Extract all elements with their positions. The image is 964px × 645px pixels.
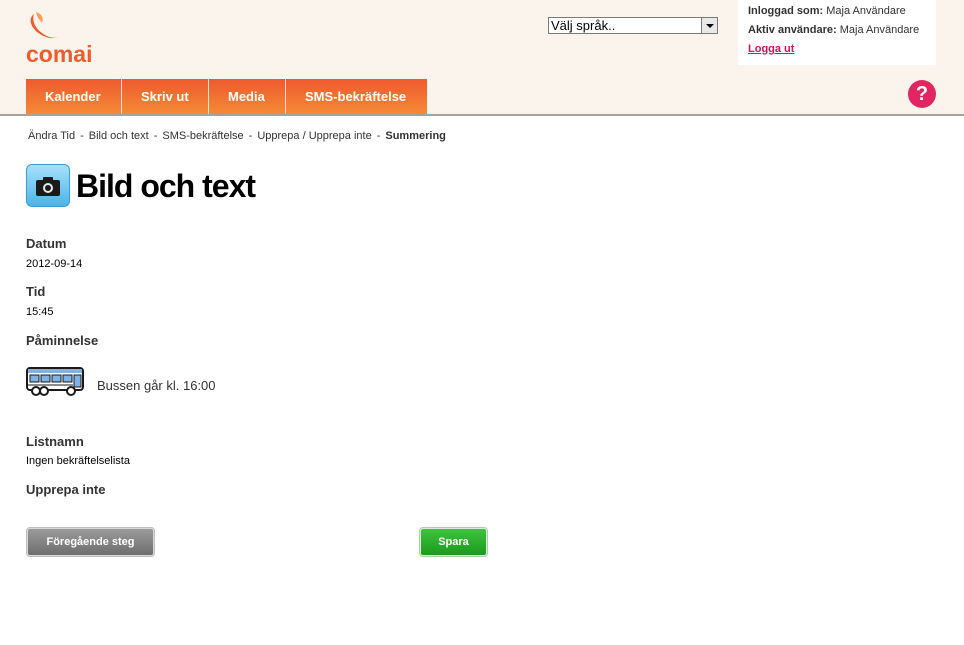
tab-media[interactable]: Media <box>209 79 286 114</box>
logged-in-name: Maja Användare <box>826 5 906 17</box>
reminder-text: Bussen går kl. 16:00 <box>97 378 216 393</box>
comai-logo[interactable]: comai <box>26 12 106 67</box>
breadcrumb-item-bild-och-text[interactable]: Bild och text <box>89 130 149 142</box>
logout-link[interactable]: Logga ut <box>748 43 794 55</box>
save-button[interactable]: Spara <box>420 528 487 556</box>
help-icon[interactable]: ? <box>908 80 936 108</box>
list-name-label: Listnamn <box>26 434 84 449</box>
breadcrumb-item-sms-bekraftelse[interactable]: SMS-bekräftelse <box>162 130 243 142</box>
date-label: Datum <box>26 236 67 251</box>
camera-icon <box>26 164 70 207</box>
breadcrumb-item-andra-tid[interactable]: Ändra Tid <box>28 130 75 142</box>
breadcrumb-separator: - <box>248 130 253 142</box>
language-select[interactable]: Välj språk.. <box>548 17 718 34</box>
reminder-label: Påminnelse <box>26 333 99 348</box>
date-value: 2012-09-14 <box>26 258 83 270</box>
active-user-label: Aktiv användare: <box>748 24 837 36</box>
language-select-value: Välj språk.. <box>551 18 616 33</box>
time-label: Tid <box>26 284 46 299</box>
breadcrumb-item-upprepa[interactable]: Upprepa / Upprepa inte <box>257 130 371 142</box>
breadcrumb-separator: - <box>153 130 158 142</box>
breadcrumb-item-summering: Summering <box>385 130 446 142</box>
user-info-box: Inloggad som: Maja Användare Aktiv använ… <box>738 0 936 65</box>
logo-mark-icon <box>30 12 60 39</box>
logged-in-row: Inloggad som: Maja Användare <box>748 5 926 24</box>
bus-icon <box>26 366 84 402</box>
logged-in-label: Inloggad som: <box>748 5 824 17</box>
previous-step-button[interactable]: Föregående steg <box>27 528 154 556</box>
tab-sms-bekraftelse[interactable]: SMS-bekräftelse <box>286 79 427 114</box>
breadcrumb-separator: - <box>80 130 84 142</box>
active-user-row: Aktiv användare: Maja Användare <box>748 24 926 43</box>
time-value: 15:45 <box>26 306 54 318</box>
dropdown-arrow-icon[interactable] <box>701 18 717 33</box>
list-name-value: Ingen bekräftelselista <box>26 455 130 467</box>
logo-text: comai <box>26 41 93 67</box>
repeat-label: Upprepa inte <box>26 482 106 497</box>
page-title: Bild och text <box>76 168 256 204</box>
breadcrumb-separator: - <box>376 130 381 142</box>
main-nav: Kalender Skriv ut Media SMS-bekräftelse <box>26 79 427 114</box>
header: comai Välj språk.. Inloggad som: Maja An… <box>0 0 964 116</box>
active-user-name: Maja Användare <box>839 24 920 36</box>
breadcrumb: Ändra Tid - Bild och text - SMS-bekräftelse -… <box>28 130 446 142</box>
tab-kalender[interactable]: Kalender <box>26 79 122 114</box>
tab-skriv-ut[interactable]: Skriv ut <box>122 79 209 114</box>
